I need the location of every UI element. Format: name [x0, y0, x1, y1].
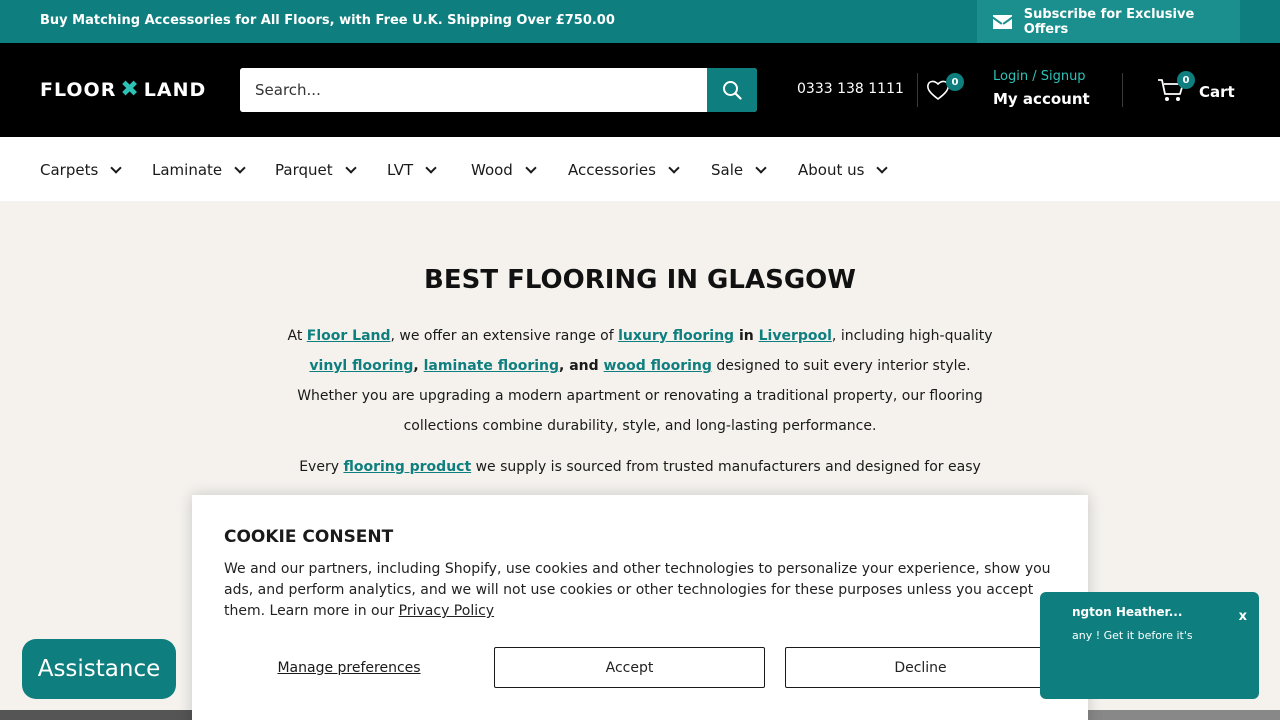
- cookie-buttons: Manage preferences Accept Decline: [224, 647, 1056, 688]
- laminate-flooring-link[interactable]: laminate flooring: [424, 358, 559, 374]
- nav-item-about-us[interactable]: About us: [798, 161, 889, 179]
- text: Every: [299, 459, 344, 475]
- text: ,: [413, 358, 424, 374]
- cookie-text: We and our partners, including Shopify, …: [224, 559, 1056, 622]
- intro-paragraph: At Floor Land, we offer an extensive ran…: [280, 321, 1000, 441]
- wishlist-count-badge: 0: [946, 73, 964, 91]
- chevron-down-icon: [234, 162, 246, 174]
- chevron-down-icon: [876, 162, 889, 174]
- chevron-down-icon: [668, 162, 680, 174]
- popup-title: ngton Heather...: [1072, 605, 1183, 619]
- second-paragraph: Every flooring product we supply is sour…: [280, 452, 1000, 482]
- announcement-bar: Buy Matching Accessories for All Floors,…: [0, 0, 1280, 43]
- flooring-product-link[interactable]: flooring product: [343, 459, 471, 475]
- logo-mark-icon: ✖: [120, 77, 140, 102]
- cart-icon-wrap: 0: [1157, 71, 1195, 107]
- page-title: BEST FLOORING IN GLASGOW: [424, 265, 856, 295]
- nav-item-carpets[interactable]: Carpets: [40, 161, 122, 179]
- mail-icon: [993, 14, 1012, 29]
- header-divider: [1122, 73, 1123, 107]
- cookie-title: COOKIE CONSENT: [224, 527, 394, 547]
- wood-flooring-link[interactable]: wood flooring: [604, 358, 712, 374]
- privacy-policy-link[interactable]: Privacy Policy: [399, 603, 494, 619]
- nav-label: LVT: [387, 161, 414, 179]
- image-strip: [0, 710, 192, 720]
- site-header: FLOOR ✖ LAND 0333 138 1111 0 Login / Sig…: [0, 43, 1280, 137]
- cart-label: Cart: [1199, 83, 1235, 101]
- chevron-down-icon: [425, 162, 437, 174]
- text: we supply is sourced from trusted manufa…: [471, 459, 981, 475]
- logo-left: FLOOR: [40, 79, 117, 101]
- cart-count-badge: 0: [1177, 71, 1195, 89]
- logo[interactable]: FLOOR ✖ LAND: [40, 77, 207, 102]
- login-signup-link[interactable]: Login / Signup: [993, 69, 1090, 84]
- phone-number[interactable]: 0333 138 1111: [797, 81, 904, 97]
- decline-button[interactable]: Decline: [785, 647, 1056, 688]
- search-bar: [240, 68, 757, 112]
- nav-item-wood[interactable]: Wood: [471, 161, 537, 179]
- nav-label: About us: [798, 161, 865, 179]
- chevron-down-icon: [755, 162, 767, 174]
- main-content: BEST FLOORING IN GLASGOW At Floor Land, …: [280, 265, 1000, 493]
- luxury-flooring-link[interactable]: luxury flooring: [618, 328, 734, 344]
- text: , including high-quality: [831, 328, 993, 344]
- text: , we offer an extensive range of: [390, 328, 619, 344]
- search-input[interactable]: [240, 68, 707, 112]
- chevron-down-icon: [344, 162, 357, 174]
- nav-label: Wood: [471, 161, 513, 179]
- main-nav: Carpets Laminate Parquet LVT Wood Access…: [0, 137, 1280, 201]
- announcement-text[interactable]: Buy Matching Accessories for All Floors,…: [40, 13, 615, 28]
- text: in: [734, 328, 759, 344]
- subscribe-link[interactable]: Subscribe for Exclusive Offers: [977, 0, 1240, 43]
- nav-label: Accessories: [568, 161, 656, 179]
- recent-purchase-popup[interactable]: ngton Heather... any ! Get it before it'…: [1040, 592, 1259, 699]
- my-account-link[interactable]: My account: [993, 90, 1090, 108]
- subscribe-label: Subscribe for Exclusive Offers: [1023, 6, 1195, 37]
- nav-item-sale[interactable]: Sale: [711, 161, 767, 179]
- nav-item-lvt[interactable]: LVT: [387, 161, 437, 179]
- close-icon[interactable]: x: [1239, 609, 1247, 624]
- nav-label: Parquet: [275, 161, 333, 179]
- manage-preferences-button[interactable]: Manage preferences: [224, 647, 474, 688]
- assistance-button[interactable]: Assistance: [22, 639, 176, 699]
- accept-button[interactable]: Accept: [494, 647, 765, 688]
- chevron-down-icon: [110, 162, 122, 174]
- nav-label: Sale: [711, 161, 744, 179]
- wishlist-button[interactable]: 0: [926, 73, 964, 105]
- nav-item-laminate[interactable]: Laminate: [152, 161, 246, 179]
- cookie-body: We and our partners, including Shopify, …: [224, 561, 1051, 619]
- floor-land-link[interactable]: Floor Land: [307, 328, 391, 344]
- nav-item-accessories[interactable]: Accessories: [568, 161, 680, 179]
- nav-item-parquet[interactable]: Parquet: [275, 161, 357, 179]
- vinyl-flooring-link[interactable]: vinyl flooring: [309, 358, 413, 374]
- search-button[interactable]: [707, 68, 757, 112]
- nav-label: Carpets: [40, 161, 99, 179]
- header-divider: [917, 73, 918, 107]
- liverpool-link[interactable]: Liverpool: [759, 328, 832, 344]
- chevron-down-icon: [525, 162, 537, 174]
- image-strip: [1088, 710, 1280, 720]
- text: At: [287, 328, 307, 344]
- cart-button[interactable]: 0 Cart: [1157, 71, 1235, 107]
- popup-desc: any ! Get it before it's: [1072, 629, 1193, 642]
- cookie-consent-dialog: COOKIE CONSENT We and our partners, incl…: [192, 495, 1088, 720]
- text: , and: [559, 358, 604, 374]
- nav-label: Laminate: [152, 161, 223, 179]
- account-menu: Login / Signup My account: [993, 69, 1090, 108]
- logo-right: LAND: [143, 79, 207, 101]
- search-icon: [723, 81, 742, 100]
